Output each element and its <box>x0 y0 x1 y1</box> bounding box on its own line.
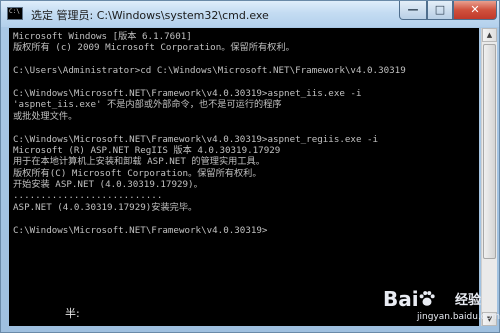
console-output[interactable]: Microsoft Windows [版本 6.1.7601] 版权所有 (c) … <box>9 28 479 326</box>
console-line: 或批处理文件。 <box>13 110 78 122</box>
watermark-suffix: 经验 <box>455 293 482 308</box>
console-line: C:\Windows\Microsoft.NET\Framework\v4.0.… <box>13 133 379 145</box>
ime-status: 半: <box>65 307 80 320</box>
console-line: 开始安装 ASP.NET (4.0.30319.17929)。 <box>13 179 203 191</box>
scroll-up-arrow-icon[interactable]: ▲ <box>482 28 497 42</box>
console-line: Microsoft (R) ASP.NET RegIIS 版本 4.0.3031… <box>13 144 281 156</box>
baidu-jingyan-watermark: Bai 经验 jingyan.baidu.com <box>383 287 500 331</box>
window-title: 选定 管理员: C:\Windows\system32\cmd.exe <box>31 9 269 22</box>
console-line: C:\Windows\Microsoft.NET\Framework\v4.0.… <box>13 224 268 236</box>
console-line: 版权所有 (c) 2009 Microsoft Corporation。保留所有… <box>13 42 295 54</box>
console-line: C:\Windows\Microsoft.NET\Framework\v4.0.… <box>13 87 362 99</box>
console-line: C:\Users\Administrator>cd C:\Windows\Mic… <box>13 65 406 77</box>
maximize-button[interactable]: □ <box>427 1 453 20</box>
vertical-scrollbar[interactable]: ▲ ▼ <box>481 28 497 326</box>
console-line: 'aspnet_iis.exe' 不是内部或外部命令，也不是可运行的程序 <box>13 99 282 111</box>
watermark-url: jingyan.baidu.com <box>417 312 500 322</box>
console-line: 版权所有(C) Microsoft Corporation。保留所有权利。 <box>13 167 262 179</box>
console-icon[interactable]: C:\ <box>7 7 23 20</box>
close-button[interactable]: ✕ <box>453 1 497 20</box>
watermark-logo: Bai <box>383 287 419 311</box>
console-line: ........................... <box>13 190 163 202</box>
console-line: 用于在本地计算机上安装和卸载 ASP.NET 的管理实用工具。 <box>13 156 265 168</box>
minimize-button[interactable]: — <box>399 1 427 20</box>
console-line: ASP.NET (4.0.30319.17929)安装完毕。 <box>13 201 198 213</box>
cmd-window: C:\ 选定 管理员: C:\Windows\system32\cmd.exe … <box>0 0 500 333</box>
console-line: Microsoft Windows [版本 6.1.7601] <box>13 31 192 42</box>
scrollbar-thumb[interactable] <box>483 44 496 259</box>
title-bar[interactable]: C:\ 选定 管理员: C:\Windows\system32\cmd.exe … <box>1 1 499 27</box>
baidu-paw-icon <box>419 291 435 306</box>
